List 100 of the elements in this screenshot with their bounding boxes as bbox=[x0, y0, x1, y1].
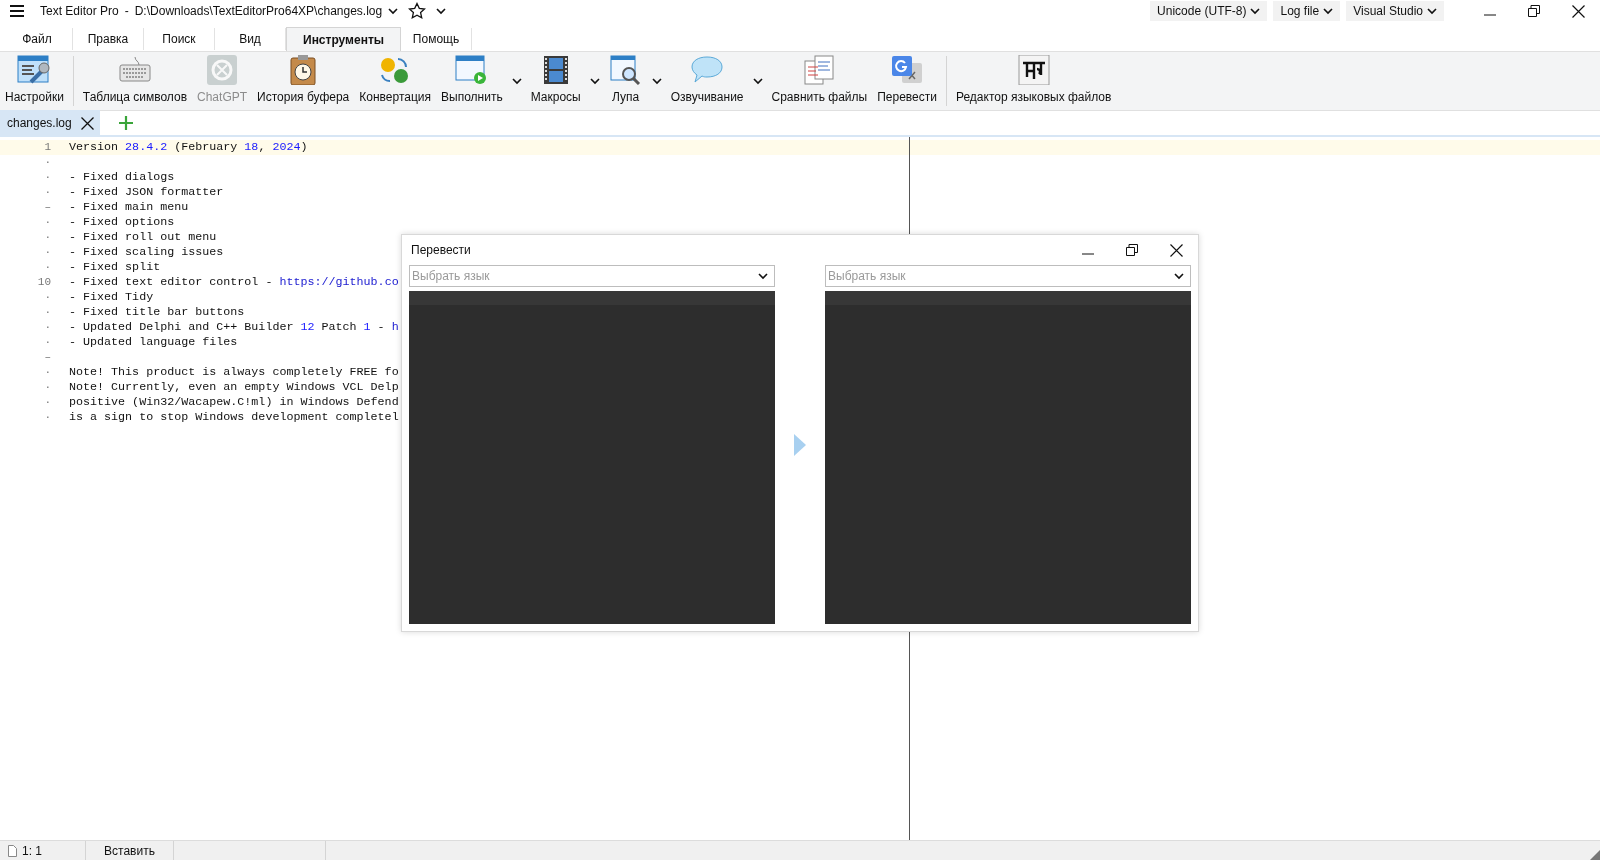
toolbar-button[interactable]: Макросы bbox=[525, 52, 586, 110]
resize-grip-icon bbox=[1590, 850, 1600, 860]
line-number: 10 bbox=[36, 275, 51, 291]
keyboard-icon bbox=[117, 55, 152, 85]
new-tab-button[interactable] bbox=[117, 115, 134, 131]
line-number: · bbox=[43, 170, 51, 186]
line-number: · bbox=[43, 410, 51, 426]
line-number: · bbox=[43, 230, 51, 246]
line-number: · bbox=[43, 290, 51, 306]
document-icon bbox=[6, 843, 18, 858]
tab-label[interactable]: changes.log bbox=[7, 114, 72, 132]
code-line: - Fixed text editor control - bbox=[69, 273, 274, 291]
chevron-icon bbox=[651, 77, 662, 85]
app-title: Text Editor Pro bbox=[40, 3, 119, 20]
code-line: Note! Currently, even an empty Windows VCL Delp bbox=[69, 378, 399, 396]
close-icon bbox=[1169, 243, 1183, 257]
restore-icon bbox=[1528, 5, 1540, 17]
close-icon bbox=[81, 116, 95, 130]
line-number: · bbox=[43, 215, 51, 231]
restore-icon bbox=[1126, 244, 1138, 256]
line-number: · bbox=[43, 380, 51, 396]
toolbar-button[interactable]: Редактор языковых файлов bbox=[950, 52, 1117, 110]
line-number: – bbox=[43, 200, 51, 216]
chevron-icon bbox=[1427, 7, 1437, 15]
code-line: - Fixed main menu bbox=[69, 198, 189, 216]
chevron-icon bbox=[1323, 7, 1334, 15]
window-play-icon bbox=[454, 55, 489, 85]
code-line: - Updated language files bbox=[69, 333, 238, 351]
code-line: - Fixed scaling issues bbox=[69, 243, 224, 261]
cursor-position: 1: 1 bbox=[22, 842, 42, 860]
insert-mode: Вставить bbox=[104, 842, 155, 860]
play-arrow-icon bbox=[793, 432, 807, 457]
dialog-title: Перевести bbox=[411, 242, 472, 259]
chevron-icon bbox=[1250, 7, 1261, 15]
line-number: 1 bbox=[43, 140, 51, 156]
document-tab[interactable]: changes.log bbox=[0, 110, 100, 136]
toolbar-button[interactable]: Сравнить файлы bbox=[766, 52, 873, 110]
line-number: – bbox=[43, 350, 51, 366]
minimize-icon bbox=[1082, 253, 1094, 255]
line-number: · bbox=[43, 155, 51, 171]
menu-tab[interactable]: Помощь bbox=[401, 28, 473, 50]
plus-icon bbox=[118, 116, 133, 130]
chevron-icon bbox=[758, 272, 768, 280]
line-number: · bbox=[43, 365, 51, 381]
code-line: - Fixed JSON formatter bbox=[69, 183, 224, 201]
compare-documents-icon bbox=[802, 55, 837, 85]
code-line: - Fixed dialogs bbox=[69, 168, 175, 186]
translate-icon bbox=[890, 55, 925, 85]
chevron-icon bbox=[1174, 272, 1184, 280]
chevron-icon bbox=[436, 7, 447, 15]
chevron-icon bbox=[388, 7, 399, 15]
close-tab-button[interactable] bbox=[79, 115, 96, 131]
magnifier-window-icon bbox=[608, 55, 643, 85]
code-line: positive (Win32/Wacapew.C!ml) in Windows Defend bbox=[69, 393, 399, 411]
line-number: · bbox=[43, 260, 51, 276]
line-number: · bbox=[43, 305, 51, 321]
toolbar-button[interactable]: Озвучивание bbox=[665, 52, 749, 110]
code-line: - Fixed split bbox=[69, 258, 161, 276]
link[interactable]: h bbox=[391, 318, 399, 337]
settings-icon bbox=[17, 55, 52, 85]
line-number: · bbox=[43, 395, 51, 411]
glyph-script-icon bbox=[1016, 55, 1051, 85]
menu-tab[interactable]: Правка bbox=[73, 28, 144, 50]
code-line: Version 28.4.2 (February 18, 2024) bbox=[69, 138, 308, 156]
menu-tab[interactable]: Файл bbox=[2, 28, 73, 50]
toolbar-dropdown[interactable]: Visual Studio bbox=[1346, 1, 1444, 21]
line-number: · bbox=[43, 320, 51, 336]
menu-icon bbox=[10, 5, 24, 17]
toolbar-dropdown[interactable]: Unicode (UTF-8) bbox=[1150, 1, 1268, 21]
chevron-icon bbox=[589, 77, 600, 85]
title-separator: - bbox=[124, 3, 129, 20]
toolbar-button[interactable]: История буфера bbox=[252, 52, 355, 110]
line-number: · bbox=[43, 335, 51, 351]
chevron-icon bbox=[511, 77, 522, 85]
menu-tab[interactable]: Инструменты bbox=[286, 27, 402, 51]
code-line: - Fixed title bar buttons bbox=[69, 303, 245, 321]
menu-button[interactable] bbox=[10, 4, 24, 18]
menu-tab[interactable]: Поиск bbox=[144, 28, 215, 50]
toolbar-button[interactable]: Конвертация bbox=[354, 52, 437, 110]
favorite-button[interactable] bbox=[408, 2, 427, 20]
star-icon bbox=[408, 2, 427, 20]
file-path: D:\Downloads\TextEditorPro64XP\changes.log bbox=[134, 3, 383, 20]
speech-bubble-icon bbox=[690, 55, 725, 85]
chevron-icon bbox=[752, 77, 763, 85]
minimize-icon bbox=[1484, 14, 1496, 16]
toolbar-dropdown[interactable]: Log file bbox=[1273, 1, 1341, 21]
toolbar-button[interactable]: Перевести bbox=[872, 52, 942, 110]
code-line: - Fixed roll out menu bbox=[69, 228, 217, 246]
toolbar-button[interactable]: Таблица символов bbox=[77, 52, 193, 110]
chatgpt-icon bbox=[205, 55, 240, 85]
line-number: · bbox=[43, 185, 51, 201]
code-line: - Updated Delphi and C++ Builder 12 Patch 1 - bbox=[69, 318, 386, 336]
toolbar-button[interactable]: Настройки bbox=[0, 52, 69, 110]
code-line: Note! This product is always completely FREE fo bbox=[69, 363, 399, 381]
code-line: - Fixed options bbox=[69, 213, 175, 231]
link[interactable]: https://github.co bbox=[279, 273, 399, 292]
toolbar-button[interactable]: Выполнить bbox=[436, 52, 508, 110]
code-line: is a sign to stop Windows development completel bbox=[69, 408, 399, 426]
toolbar-button[interactable]: Лупа bbox=[603, 52, 648, 110]
line-number: · bbox=[43, 245, 51, 261]
